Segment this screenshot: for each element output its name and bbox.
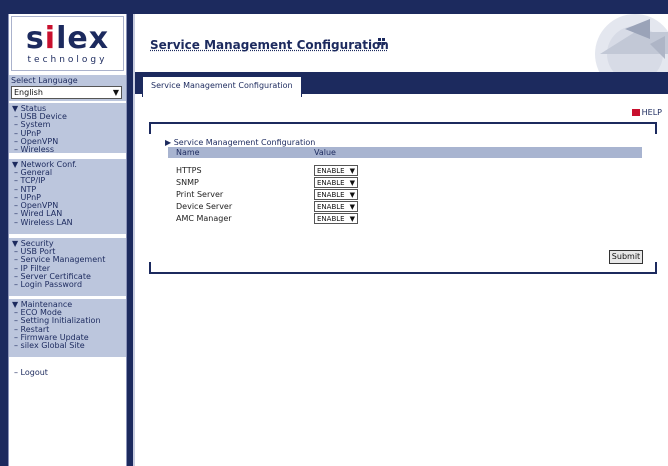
sidebar-item-login-password[interactable]: – Login Password xyxy=(9,280,126,289)
language-select[interactable]: English ▼ xyxy=(11,86,122,99)
status-section: ▼ Status – USB Device – System – UPnP – … xyxy=(9,103,126,154)
chevron-down-icon: ▼ xyxy=(349,214,355,223)
security-section: ▼ Security – USB Port – Service Manageme… xyxy=(9,238,126,296)
https-select[interactable]: ENABLE ▼ xyxy=(314,164,358,176)
chevron-down-icon: ▼ xyxy=(349,202,355,211)
service-value-cell: ENABLE ▼ xyxy=(306,212,642,224)
logo-wordmark: silex xyxy=(25,21,110,56)
logout-link[interactable]: – Logout xyxy=(14,368,48,377)
frame-corner xyxy=(149,262,161,274)
print-server-select[interactable]: ENABLE ▼ xyxy=(314,188,358,200)
chevron-down-icon: ▼ xyxy=(349,190,355,199)
submit-button[interactable]: Submit xyxy=(609,250,643,264)
service-value-cell: ENABLE ▼ xyxy=(306,200,642,212)
page-title-text: Service Management Configuration xyxy=(150,38,389,52)
column-header-value: Value xyxy=(306,147,642,158)
table-row: Print Server ENABLE ▼ xyxy=(168,188,642,200)
service-value-cell: ENABLE ▼ xyxy=(306,176,642,188)
service-name: Print Server xyxy=(176,189,224,199)
table-header-row: Name Value xyxy=(168,147,642,158)
page-title: Service Management Configuration xyxy=(150,38,389,52)
table-row: AMC Manager ENABLE ▼ xyxy=(168,212,642,224)
section-title: ▶ Service Management Configuration xyxy=(165,138,316,147)
help-label: HELP xyxy=(641,108,662,117)
service-name: AMC Manager xyxy=(176,213,232,223)
language-label: Select Language xyxy=(11,76,78,85)
help-icon xyxy=(631,109,640,116)
frame-corner xyxy=(645,122,657,134)
language-section: Select Language English ▼ xyxy=(9,75,126,101)
service-name: Device Server xyxy=(176,201,233,211)
chevron-down-icon: ▼ xyxy=(112,88,119,97)
sidebar: silex technology Select Language English… xyxy=(0,0,133,466)
tab-service-management[interactable]: Service Management Configuration xyxy=(142,76,302,97)
column-header-name: Name xyxy=(168,147,306,158)
language-select-value: English xyxy=(14,88,43,97)
frame-corner xyxy=(149,122,161,134)
network-section: ▼ Network Conf. – General – TCP/IP – NTP… xyxy=(9,159,126,234)
frame-bottom-border xyxy=(161,272,645,274)
amc-manager-select[interactable]: ENABLE ▼ xyxy=(314,212,358,224)
main-content: Service Management Configuration Service… xyxy=(133,14,668,466)
service-name: HTTPS xyxy=(176,165,202,175)
sidebar-item-silex-global-site[interactable]: – silex Global Site xyxy=(9,341,126,350)
silex-logo: silex technology xyxy=(11,16,124,71)
chevron-down-icon: ▼ xyxy=(349,178,355,187)
service-value-cell: ENABLE ▼ xyxy=(306,164,642,176)
table-row: Device Server ENABLE ▼ xyxy=(168,200,642,212)
maintenance-section: ▼ Maintenance – ECO Mode – Setting Initi… xyxy=(9,299,126,357)
snmp-select[interactable]: ENABLE ▼ xyxy=(314,176,358,188)
device-server-select[interactable]: ENABLE ▼ xyxy=(314,200,358,212)
chevron-down-icon: ▼ xyxy=(349,166,355,175)
help-link[interactable]: HELP xyxy=(631,108,662,117)
tab-bar: Service Management Configuration xyxy=(135,72,668,97)
settings-panel: ▶ Service Management Configuration Name … xyxy=(149,122,657,274)
sidebar-item-wireless[interactable]: – Wireless xyxy=(9,145,126,154)
service-name: SNMP xyxy=(176,177,199,187)
frame-top-border xyxy=(161,122,645,124)
sidebar-item-wireless-lan[interactable]: – Wireless LAN xyxy=(9,218,126,227)
service-table: Name Value HTTPS ENABLE ▼ SNMP ENABLE ▼ Pr… xyxy=(168,147,642,224)
page-header: Service Management Configuration xyxy=(135,14,668,72)
frame-corner xyxy=(645,262,657,274)
header-decoration-graphic xyxy=(595,14,668,72)
table-row: SNMP ENABLE ▼ xyxy=(168,176,642,188)
title-bullet-icon xyxy=(377,38,385,45)
sidebar-panel: silex technology Select Language English… xyxy=(8,14,127,466)
logo-subtitle: technology xyxy=(27,55,108,65)
table-row: HTTPS ENABLE ▼ xyxy=(168,164,642,176)
service-value-cell: ENABLE ▼ xyxy=(306,188,642,200)
